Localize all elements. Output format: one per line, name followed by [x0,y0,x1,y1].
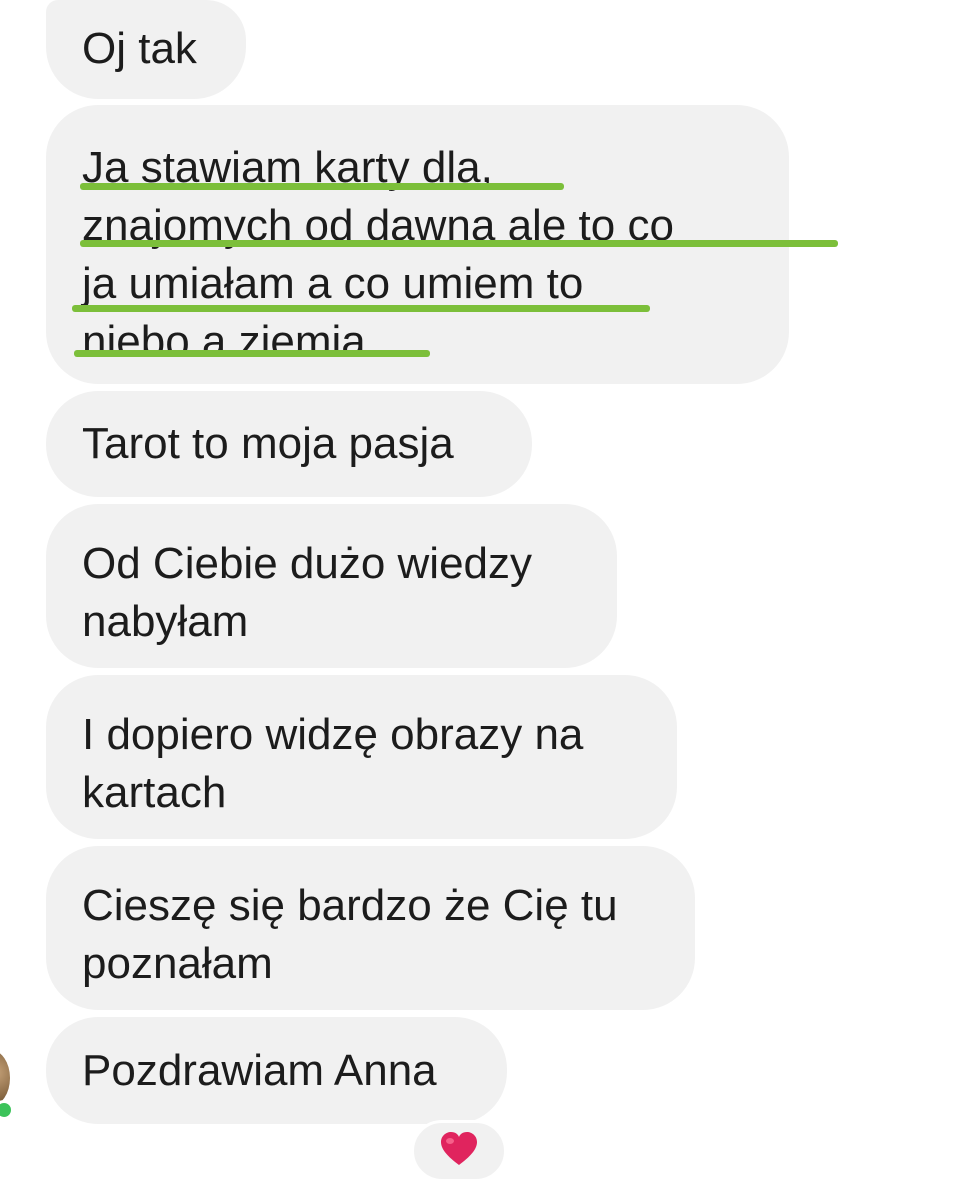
online-status-indicator [0,1100,14,1120]
message-reaction[interactable] [411,1120,507,1182]
highlight-underline [80,240,838,247]
message-text: Tarot to moja pasja [82,419,454,468]
message-bubble[interactable]: I dopiero widzę obrazy na kartach [46,675,677,839]
message-text: Pozdrawiam Anna [82,1046,437,1095]
sender-avatar[interactable] [0,1050,10,1106]
message-text: Cieszę się bardzo że Cię tu poznałam [82,881,618,988]
message-text: Oj tak [82,24,197,73]
message-text: Od Ciebie dużo wiedzy nabyłam [82,539,533,646]
message-bubble[interactable]: Od Ciebie dużo wiedzy nabyłam [46,504,617,668]
highlight-underline [72,305,650,312]
red-heart-icon [439,1131,479,1172]
message-bubble[interactable]: Oj tak [46,0,246,99]
message-bubble[interactable]: Pozdrawiam Anna [46,1017,507,1124]
message-bubble[interactable]: Cieszę się bardzo że Cię tu poznałam [46,846,695,1010]
highlight-underline [74,350,430,357]
message-text: I dopiero widzę obrazy na kartach [82,710,584,817]
message-bubble[interactable]: Tarot to moja pasja [46,391,532,497]
message-text: Ja stawiam karty dla, znajomych od dawna… [82,143,674,366]
highlight-underline [80,183,564,190]
